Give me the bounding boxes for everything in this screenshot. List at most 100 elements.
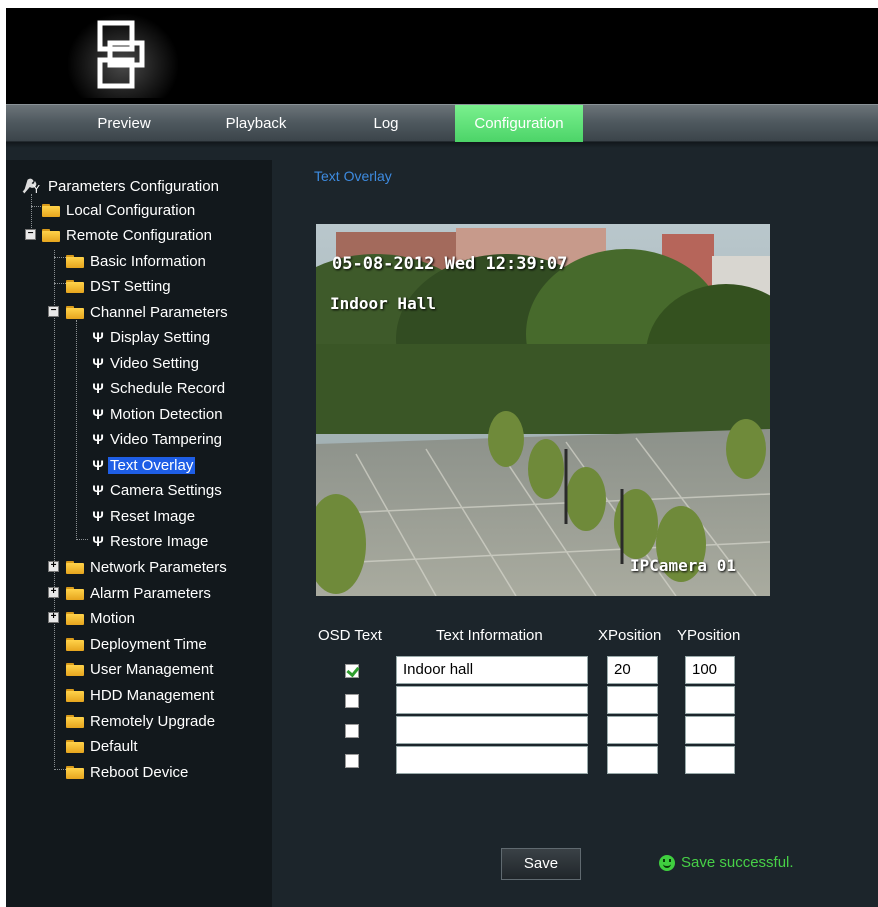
xposition-input-1[interactable]: 20: [607, 656, 658, 684]
tree-item-alarm-parameters[interactable]: Alarm Parameters: [66, 582, 213, 604]
tree-line: [54, 257, 66, 258]
folder-icon: [42, 228, 60, 242]
tree-item-motion-detection[interactable]: Ψ Motion Detection: [92, 403, 225, 425]
tree-label: DST Setting: [90, 277, 171, 295]
tree-label: Remote Configuration: [66, 226, 212, 244]
folder-icon: [66, 714, 84, 728]
tree-item-default[interactable]: Default: [66, 735, 140, 757]
osd-text-checkbox-1[interactable]: [345, 664, 359, 678]
tree-item-dst-setting[interactable]: DST Setting: [66, 275, 173, 297]
expand-icon[interactable]: +: [48, 561, 59, 572]
wrench-icon: Ψ: [92, 533, 104, 549]
folder-icon: [66, 637, 84, 651]
xposition-input-2[interactable]: [607, 686, 658, 714]
tree-item-display-setting[interactable]: Ψ Display Setting: [92, 326, 212, 348]
text-information-input-4[interactable]: [396, 746, 588, 774]
logo-icon: [97, 20, 145, 89]
config-tree: Y Parameters Configuration Local Configu…: [6, 160, 272, 800]
tree-line: [76, 320, 77, 540]
folder-icon: [66, 739, 84, 753]
header-osd-text: OSD Text: [318, 627, 382, 644]
folder-icon: [66, 611, 84, 625]
save-button[interactable]: Save: [501, 848, 581, 880]
tree-label: User Management: [90, 660, 214, 678]
text-information-input-1[interactable]: Indoor hall: [396, 656, 588, 684]
tree-label: Motion: [90, 609, 136, 627]
folder-icon: [66, 560, 84, 574]
osd-text-checkbox-2[interactable]: [345, 694, 359, 708]
xposition-input-4[interactable]: [607, 746, 658, 774]
folder-icon: [66, 765, 84, 779]
xposition-input-3[interactable]: [607, 716, 658, 744]
folder-icon: [66, 254, 84, 268]
tree-line: [54, 250, 55, 767]
osd-camera-overlay: IPCamera 01: [630, 556, 736, 575]
text-information-input-2[interactable]: [396, 686, 588, 714]
tree-item-reboot-device[interactable]: Reboot Device: [66, 761, 190, 783]
collapse-icon[interactable]: −: [25, 229, 36, 240]
folder-icon: [66, 662, 84, 676]
tree-label: Restore Image: [110, 532, 209, 550]
tree-line: [54, 283, 66, 284]
tree-label: Motion Detection: [110, 405, 223, 423]
tab-playback[interactable]: Playback: [206, 105, 306, 142]
video-preview: 05-08-2012 Wed 12:39:07 Indoor Hall IPCa…: [316, 224, 770, 596]
header-bar: [6, 8, 878, 104]
tree-item-network-parameters[interactable]: Network Parameters: [66, 556, 229, 578]
folder-icon: [42, 203, 60, 217]
tab-preview[interactable]: Preview: [74, 105, 174, 142]
yposition-input-4[interactable]: [685, 746, 735, 774]
tree-label: Local Configuration: [66, 201, 196, 219]
wrench-icon: Ψ: [92, 329, 104, 345]
main-nav: Preview Playback Log Configuration: [6, 104, 878, 142]
tree-item-video-tampering[interactable]: Ψ Video Tampering: [92, 428, 224, 450]
tree-item-hdd-management[interactable]: HDD Management: [66, 684, 216, 706]
tree-item-basic-information[interactable]: Basic Information: [66, 250, 208, 272]
wrench-icon: Ψ: [92, 482, 104, 498]
tree-label: Remotely Upgrade: [90, 712, 216, 730]
tree-item-reset-image[interactable]: Ψ Reset Image: [92, 505, 197, 527]
wrench-icon: Ψ: [92, 457, 104, 473]
svg-text:Y: Y: [32, 183, 40, 195]
tree-label: Camera Settings: [110, 481, 222, 499]
tab-configuration[interactable]: Configuration: [455, 105, 583, 142]
yposition-input-2[interactable]: [685, 686, 735, 714]
tab-log[interactable]: Log: [341, 105, 431, 142]
tree-label: HDD Management: [90, 686, 215, 704]
tree-item-text-overlay[interactable]: Ψ Text Overlay: [92, 454, 196, 476]
tree-item-video-setting[interactable]: Ψ Video Setting: [92, 352, 201, 374]
nav-shadow: [6, 142, 878, 148]
tree-item-schedule-record[interactable]: Ψ Schedule Record: [92, 377, 227, 399]
osd-name-overlay: Indoor Hall: [330, 294, 436, 313]
tree-label: Basic Information: [90, 252, 206, 270]
tree-item-deployment-time[interactable]: Deployment Time: [66, 633, 209, 655]
tree-label: Text Overlay: [108, 456, 196, 474]
tree-item-remote-configuration[interactable]: Remote Configuration: [42, 224, 214, 246]
expand-icon[interactable]: +: [48, 612, 59, 623]
yposition-input-1[interactable]: 100: [685, 656, 735, 684]
tree-item-camera-settings[interactable]: Ψ Camera Settings: [92, 479, 224, 501]
tree-item-remotely-upgrade[interactable]: Remotely Upgrade: [66, 710, 217, 732]
osd-text-checkbox-4[interactable]: [345, 754, 359, 768]
tree-label: Schedule Record: [110, 379, 226, 397]
text-information-input-3[interactable]: [396, 716, 588, 744]
osd-text-checkbox-3[interactable]: [345, 724, 359, 738]
tree-label: Alarm Parameters: [90, 584, 211, 602]
tree-item-restore-image[interactable]: Ψ Restore Image: [92, 530, 210, 552]
tree-item-local-configuration[interactable]: Local Configuration: [42, 199, 197, 221]
config-sidebar: Y Parameters Configuration Local Configu…: [6, 160, 272, 907]
save-status: Save successful.: [659, 854, 794, 871]
tree-label: Reboot Device: [90, 763, 189, 781]
page-title: Text Overlay: [314, 168, 392, 184]
collapse-icon[interactable]: −: [48, 306, 59, 317]
header-xposition: XPosition: [598, 627, 662, 644]
expand-icon[interactable]: +: [48, 587, 59, 598]
tree-item-channel-parameters[interactable]: Channel Parameters: [66, 301, 230, 323]
tree-item-motion[interactable]: Motion: [66, 607, 137, 629]
yposition-input-3[interactable]: [685, 716, 735, 744]
header-yposition: YPosition: [677, 627, 741, 644]
tree-root-parameters-configuration[interactable]: Y Parameters Configuration: [20, 175, 221, 197]
tree-label: Network Parameters: [90, 558, 227, 576]
folder-icon: [66, 279, 84, 293]
tree-item-user-management[interactable]: User Management: [66, 658, 215, 680]
